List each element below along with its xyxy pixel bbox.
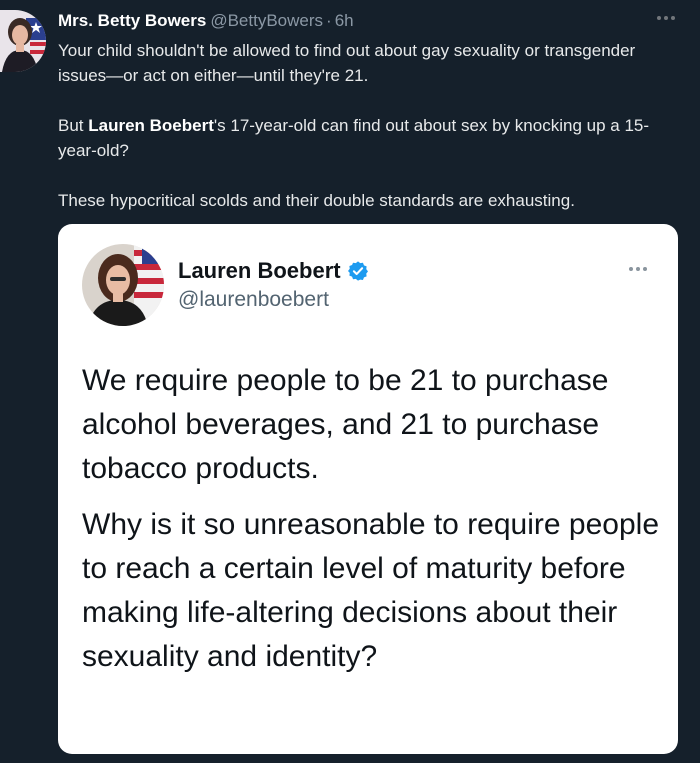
embedded-author-name: Lauren Boebert xyxy=(178,258,341,283)
embedded-paragraph-1: We require people to be 21 to purchase a… xyxy=(82,364,609,485)
tweet-body: Your child shouldn't be allowed to find … xyxy=(58,38,686,213)
more-horizontal-icon xyxy=(629,267,647,271)
embedded-avatar-image xyxy=(82,244,164,326)
verified-badge-icon xyxy=(347,261,368,281)
embedded-tweet-image[interactable]: Lauren Boebert @laurenboebert We require… xyxy=(58,224,678,754)
tweet-timestamp[interactable]: 6h xyxy=(335,10,354,32)
header-separator: · xyxy=(326,11,332,30)
tweet-more-button[interactable] xyxy=(650,4,682,32)
tweet-header: Mrs. Betty Bowers @BettyBowers · 6h xyxy=(58,10,354,32)
embedded-author-handle: @laurenboebert xyxy=(178,288,329,311)
more-horizontal-icon xyxy=(657,16,675,20)
tweet-paragraph-2: But Lauren Boebert's 17-year-old can fin… xyxy=(58,113,686,163)
embedded-author-avatar xyxy=(82,244,164,326)
tweet-paragraph-3: These hypocritical scolds and their doub… xyxy=(58,191,575,210)
author-name[interactable]: Mrs. Betty Bowers xyxy=(58,10,206,32)
tweet-paragraph-1: Your child shouldn't be allowed to find … xyxy=(58,41,636,85)
avatar-image xyxy=(0,10,46,72)
embedded-tweet-body: We require people to be 21 to purchase a… xyxy=(82,359,662,679)
author-handle[interactable]: @BettyBowers xyxy=(210,10,323,32)
embedded-more-button xyxy=(622,255,654,283)
mention-link[interactable]: Lauren Boebert xyxy=(88,116,214,135)
tweet[interactable]: Mrs. Betty Bowers @BettyBowers · 6h Your… xyxy=(0,0,700,763)
embedded-paragraph-2: Why is it so unreasonable to require peo… xyxy=(82,508,660,673)
author-avatar[interactable] xyxy=(0,10,46,72)
embedded-name-row: Lauren Boebert xyxy=(178,257,369,285)
paragraph-2-prefix: But xyxy=(58,116,89,135)
